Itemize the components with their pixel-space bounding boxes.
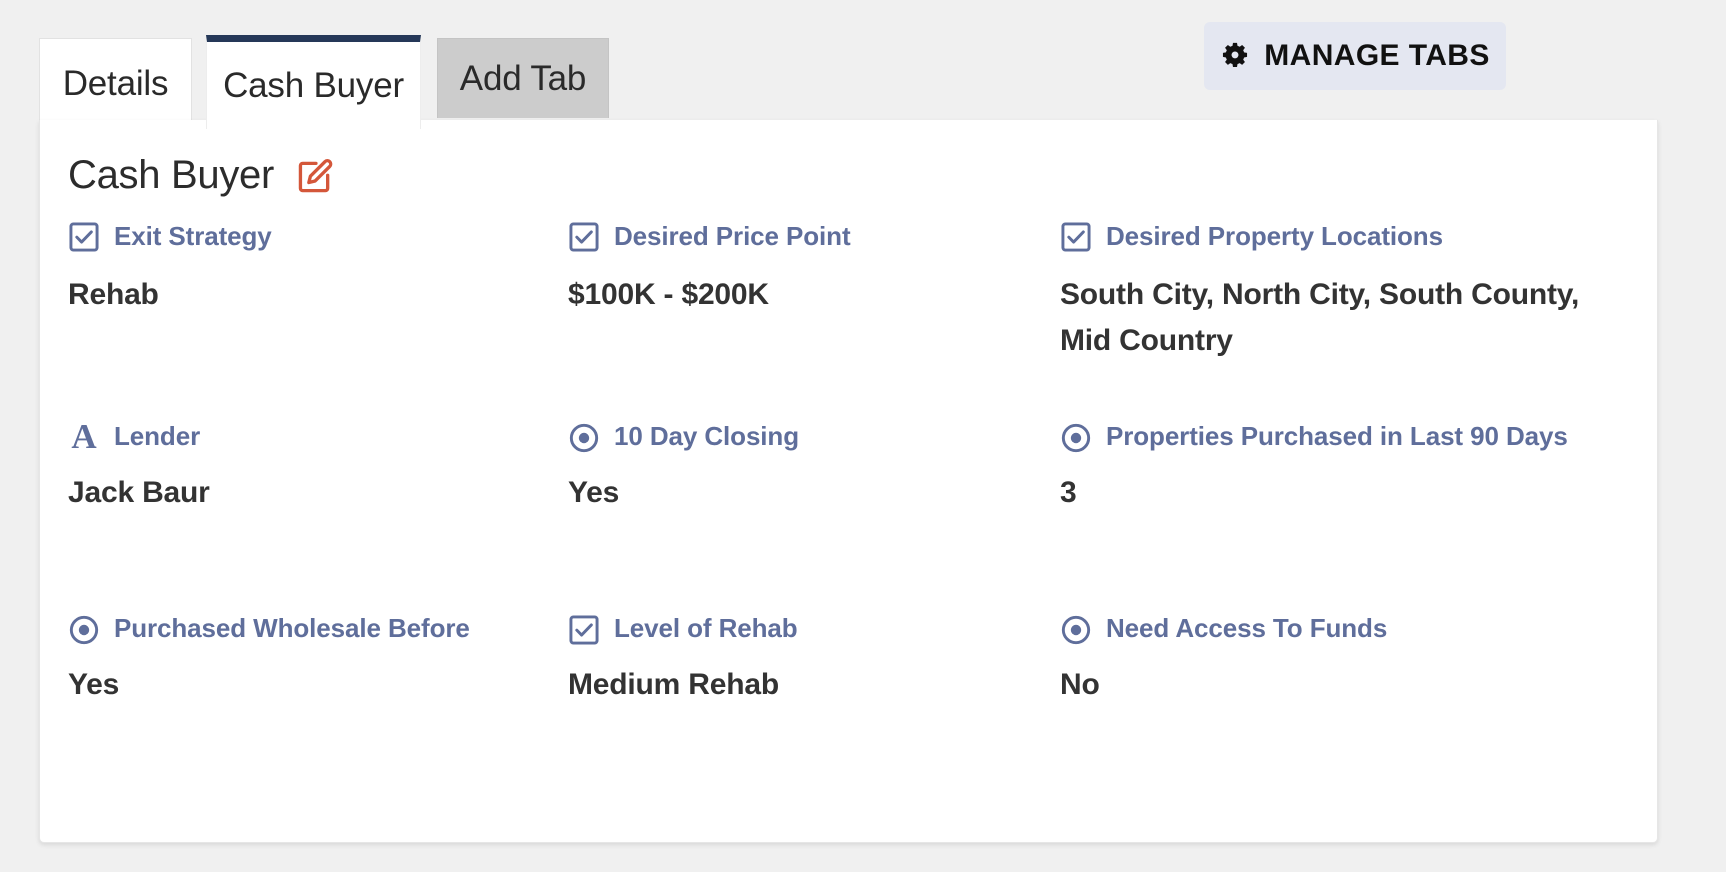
field-label: 10 Day Closing — [614, 421, 799, 451]
field-label-line: Purchased Wholesale Before — [68, 610, 548, 648]
field-label: Desired Price Point — [614, 221, 851, 251]
field-label-line: Exit Strategy — [68, 218, 548, 256]
field-properties-purchased-last-90-days: Properties Purchased in Last 90 Days 3 — [1060, 418, 1628, 610]
checkbox-checked-icon — [69, 222, 99, 252]
field-label: Purchased Wholesale Before — [114, 613, 470, 643]
field-value: Yes — [568, 475, 620, 509]
field-row: A Lender Jack Baur 10 Day Closing Yes Pr… — [68, 418, 1628, 610]
field-label-line: Need Access To Funds — [1060, 610, 1628, 648]
field-label-line: Desired Price Point — [568, 218, 1040, 256]
field-desired-property-locations: Desired Property Locations South City, N… — [1060, 218, 1628, 418]
cash-buyer-card: Cash Buyer Exit Strategy Rehab Desired P… — [39, 120, 1658, 843]
field-label: Exit Strategy — [114, 221, 272, 251]
page-title: Cash Buyer — [68, 152, 274, 197]
field-value: Rehab — [68, 277, 159, 311]
radio-selected-icon — [1061, 616, 1091, 645]
checkbox-checked-icon — [569, 615, 599, 645]
radio-selected-icon — [569, 424, 599, 453]
field-row: Purchased Wholesale Before Yes Level of … — [68, 610, 1628, 750]
field-value: No — [1060, 667, 1100, 701]
radio-selected-icon — [69, 616, 99, 645]
field-label: Need Access To Funds — [1106, 613, 1388, 643]
field-value: Yes — [68, 667, 120, 701]
checkbox-checked-icon — [1061, 222, 1091, 252]
field-level-of-rehab: Level of Rehab Medium Rehab — [568, 610, 1060, 750]
field-label-line: Level of Rehab — [568, 610, 1040, 648]
gear-icon — [1223, 42, 1248, 67]
text-field-icon: A — [71, 416, 97, 456]
field-label: Desired Property Locations — [1106, 221, 1443, 251]
tab-cash-buyer-label: Cash Buyer — [223, 65, 404, 105]
card-header: Cash Buyer — [68, 153, 334, 196]
radio-selected-icon — [1061, 424, 1091, 453]
edit-pencil-icon[interactable] — [296, 158, 334, 196]
field-10-day-closing: 10 Day Closing Yes — [568, 418, 1060, 610]
tab-add-tab-button[interactable]: Add Tab — [437, 38, 609, 118]
field-row: Exit Strategy Rehab Desired Price Point … — [68, 218, 1628, 418]
field-label-line: Desired Property Locations — [1060, 218, 1628, 256]
field-value: $100K - $200K — [568, 277, 769, 311]
field-value: Jack Baur — [68, 475, 210, 509]
field-label: Properties Purchased in Last 90 Days — [1106, 421, 1568, 451]
field-desired-price-point: Desired Price Point $100K - $200K — [568, 218, 1060, 418]
field-value: 3 — [1060, 475, 1077, 509]
field-label: Level of Rehab — [614, 613, 798, 643]
manage-tabs-label: MANAGE TABS — [1264, 39, 1490, 72]
field-need-access-to-funds: Need Access To Funds No — [1060, 610, 1628, 750]
checkbox-checked-icon — [569, 222, 599, 252]
field-lender: A Lender Jack Baur — [68, 418, 568, 610]
field-exit-strategy: Exit Strategy Rehab — [68, 218, 568, 418]
tab-strip: Details Cash Buyer Add Tab MANAGE TABS — [0, 0, 1726, 129]
field-value: South City, North City, South County, Mi… — [1060, 277, 1580, 358]
tab-cash-buyer[interactable]: Cash Buyer — [206, 35, 421, 129]
field-label-line: 10 Day Closing — [568, 418, 1040, 456]
tab-add-tab-label: Add Tab — [459, 58, 587, 98]
field-label-line: A Lender — [68, 418, 548, 456]
manage-tabs-button[interactable]: MANAGE TABS — [1204, 22, 1506, 90]
field-purchased-wholesale-before: Purchased Wholesale Before Yes — [68, 610, 568, 750]
tab-details[interactable]: Details — [39, 38, 192, 129]
field-value: Medium Rehab — [568, 667, 779, 701]
field-grid: Exit Strategy Rehab Desired Price Point … — [68, 218, 1628, 750]
tab-details-label: Details — [62, 64, 169, 103]
field-label: Lender — [114, 421, 201, 451]
field-label-line: Properties Purchased in Last 90 Days — [1060, 418, 1628, 456]
